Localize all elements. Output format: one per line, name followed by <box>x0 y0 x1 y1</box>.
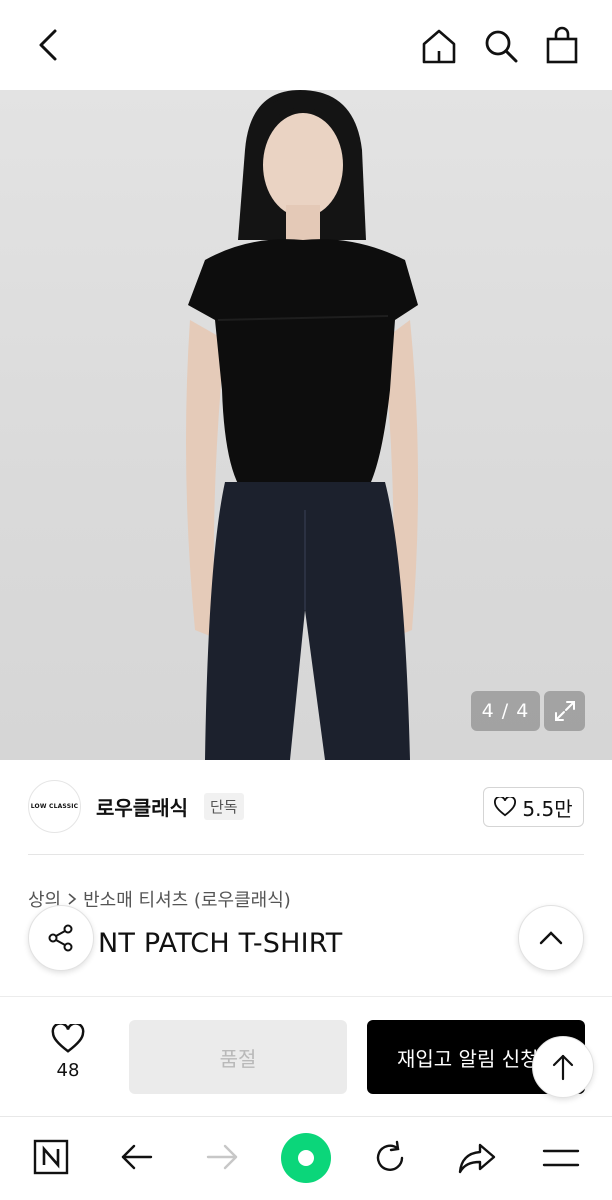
shopping-bag-icon[interactable] <box>541 24 583 66</box>
share-icon <box>48 924 73 952</box>
top-bar <box>0 0 612 90</box>
chevron-up-icon <box>539 931 563 945</box>
heart-icon <box>51 1022 85 1053</box>
search-icon[interactable] <box>480 25 522 67</box>
brand-like-count: 5.5만 <box>522 796 573 821</box>
reload-icon[interactable] <box>370 1138 410 1178</box>
forward-arrow-icon[interactable] <box>202 1139 242 1175</box>
exclusive-badge: 단독 <box>204 793 244 820</box>
scroll-top-button[interactable] <box>532 1036 594 1098</box>
expand-icon[interactable] <box>544 691 585 731</box>
home-icon[interactable] <box>418 25 460 67</box>
arrow-up-icon <box>552 1054 574 1081</box>
browser-toolbar <box>0 1116 612 1200</box>
naver-icon[interactable] <box>32 1138 70 1176</box>
divider <box>28 854 584 855</box>
heart-icon <box>494 797 517 817</box>
back-arrow-icon[interactable] <box>117 1139 157 1175</box>
share-arrow-icon[interactable] <box>456 1139 498 1177</box>
image-counter: 4 / 4 <box>471 691 540 731</box>
chevron-right-icon <box>68 893 77 905</box>
wishlist-count: 48 <box>56 1060 80 1081</box>
brand-like-button[interactable]: 5.5만 <box>483 787 584 827</box>
breadcrumb-subcategory[interactable]: 반소매 티셔츠 (로우클래식) <box>83 886 291 912</box>
back-icon[interactable] <box>28 25 68 65</box>
share-button[interactable] <box>28 905 94 971</box>
brand-name[interactable]: 로우클래식 <box>96 792 188 821</box>
green-dot-icon[interactable] <box>281 1133 331 1183</box>
product-image[interactable] <box>0 90 612 760</box>
wishlist-button[interactable]: 48 <box>38 1022 98 1081</box>
collapse-button[interactable] <box>518 905 584 971</box>
soldout-button: 품절 <box>129 1020 347 1094</box>
brand-logo[interactable]: LOW CLASSIC <box>28 780 81 833</box>
menu-icon[interactable] <box>540 1141 582 1175</box>
